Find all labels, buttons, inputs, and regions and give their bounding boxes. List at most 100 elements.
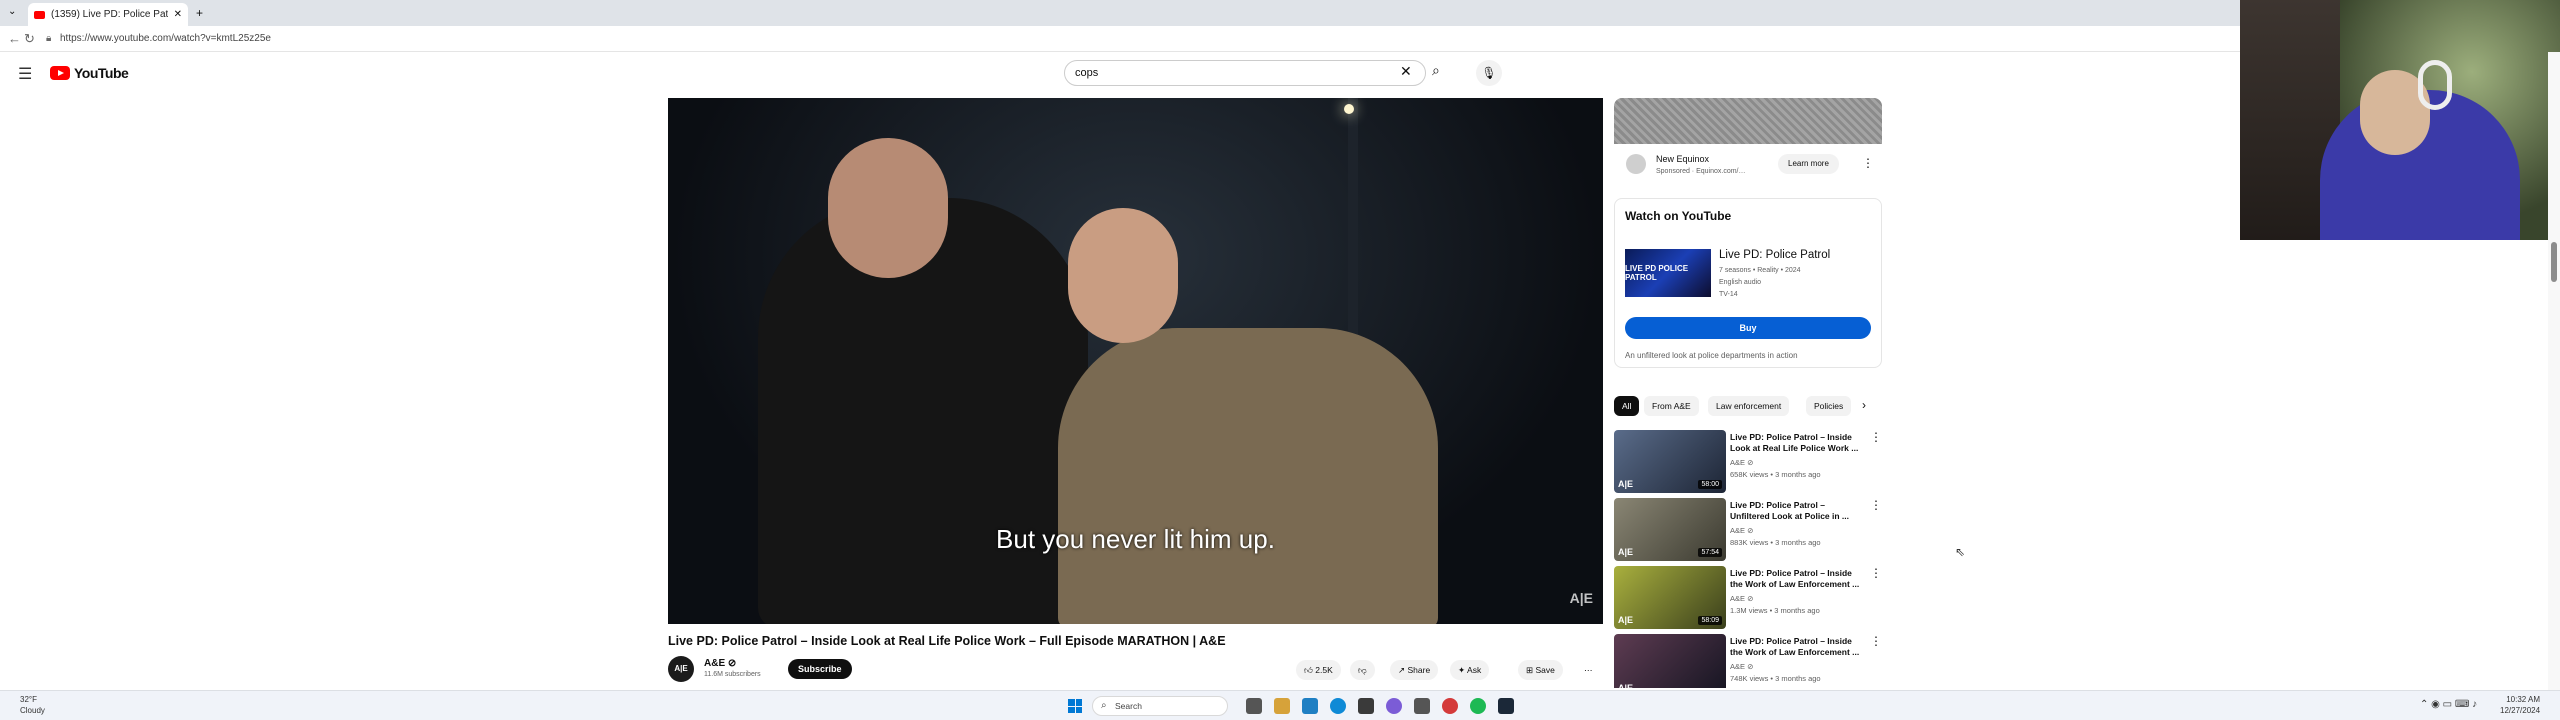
youtube-play-icon xyxy=(50,66,70,80)
ad-sponsored: Sponsored · Equinox.com/… xyxy=(1656,168,1746,175)
rec-channel[interactable]: A&E ⊘ xyxy=(1730,526,1753,535)
watch-card-thumbnail[interactable]: LIVE PD POLICE PATROL xyxy=(1625,249,1711,297)
rec-channel[interactable]: A&E ⊘ xyxy=(1730,662,1753,671)
new-tab-button[interactable]: + xyxy=(196,6,203,20)
video-title: Live PD: Police Patrol – Inside Look at … xyxy=(668,634,1226,648)
duration: 58:09 xyxy=(1698,616,1722,625)
chrome-icon[interactable] xyxy=(1442,698,1458,714)
watch-card-description: An unfiltered look at police departments… xyxy=(1625,351,1798,360)
channel-name[interactable]: A&E ⊘ xyxy=(704,658,736,669)
ask-button[interactable]: ✦ Ask xyxy=(1450,660,1490,680)
spotify-icon[interactable] xyxy=(1470,698,1486,714)
ad-logo[interactable] xyxy=(1626,154,1646,174)
ad-name[interactable]: New Equinox xyxy=(1656,154,1709,164)
app-icon-2[interactable] xyxy=(1414,698,1430,714)
learn-more-button[interactable]: Learn more xyxy=(1778,154,1839,174)
headset-icon xyxy=(2418,60,2452,110)
date: 12/27/2024 xyxy=(2500,706,2541,715)
scroll-thumb[interactable] xyxy=(2551,242,2557,282)
video-thumbnail[interactable]: A|E 58:09 xyxy=(1614,566,1726,629)
chip-from-ae[interactable]: From A&E xyxy=(1644,396,1699,416)
url-field[interactable]: https://www.youtube.com/watch?v=kmtL25z2… xyxy=(60,33,271,44)
thumbs-down-icon: 👎︎ xyxy=(1358,665,1367,675)
watch-card-heading: Watch on YouTube xyxy=(1625,209,1732,223)
youtube-header: ☰ YouTube cops ✕ ⌕ 🎙︎ xyxy=(0,52,2240,94)
more-actions-icon[interactable]: ⋯ xyxy=(1576,660,1601,680)
officer-back-head xyxy=(828,138,948,278)
rec-channel[interactable]: A&E ⊘ xyxy=(1730,594,1753,603)
taskbar-search[interactable]: Search xyxy=(1092,696,1228,716)
browser-tab[interactable]: (1359) Live PD: Police Patrol - ... ✕ xyxy=(28,3,188,26)
more-options-icon[interactable]: ⋮ xyxy=(1870,634,1882,648)
ae-logo: A|E xyxy=(1618,615,1634,625)
webcam-overlay xyxy=(2240,0,2560,240)
more-options-icon[interactable]: ⋮ xyxy=(1870,498,1882,512)
share-button[interactable]: ↗ Share xyxy=(1390,660,1439,680)
rec-views: 658K views • 3 months ago xyxy=(1730,470,1821,479)
watch-card-title[interactable]: Live PD: Police Patrol xyxy=(1719,249,1830,261)
file-explorer-icon[interactable] xyxy=(1274,698,1290,714)
subscriber-count: 11.6M subscribers xyxy=(704,671,761,678)
rec-title[interactable]: Live PD: Police Patrol – Inside the Work… xyxy=(1730,636,1866,658)
video-thumbnail[interactable]: A|E 57:54 xyxy=(1614,498,1726,561)
rec-title[interactable]: Live PD: Police Patrol – Inside Look at … xyxy=(1730,432,1866,454)
list-item[interactable]: A|E 58:00 Live PD: Police Patrol – Inside… xyxy=(1614,430,1882,494)
steam-icon[interactable] xyxy=(1498,698,1514,714)
tab-list-icon[interactable]: ⌄ xyxy=(8,6,16,17)
video-player[interactable]: But you never lit him up. A|E xyxy=(668,98,1603,624)
video-thumbnail[interactable]: A|E 58:00 xyxy=(1614,430,1726,493)
chip-law-enforcement[interactable]: Law enforcement xyxy=(1708,396,1790,416)
menu-icon[interactable]: ☰ xyxy=(18,64,32,84)
app-icon[interactable] xyxy=(1358,698,1374,714)
system-tray[interactable]: ⌃ ◉ ▭ ⌨ ♪ xyxy=(2420,699,2477,710)
edge-icon[interactable] xyxy=(1330,698,1346,714)
ae-logo: A|E xyxy=(1618,547,1634,557)
clock[interactable]: 10:32 AM 12/27/2024 xyxy=(2500,694,2540,716)
close-tab-icon[interactable]: ✕ xyxy=(174,9,182,20)
refresh-icon[interactable]: ↻ xyxy=(24,31,35,47)
video-caption: But you never lit him up. xyxy=(996,524,1275,554)
lock-icon[interactable]: 🔒︎ xyxy=(46,33,51,44)
rec-title[interactable]: Live PD: Police Patrol – Unfiltered Look… xyxy=(1730,500,1866,522)
more-options-icon[interactable]: ⋮ xyxy=(1870,430,1882,444)
discord-icon[interactable] xyxy=(1386,698,1402,714)
watch-card-rating: TV-14 xyxy=(1719,291,1738,298)
time: 10:32 AM xyxy=(2506,695,2541,704)
list-item[interactable]: A|E Live PD: Police Patrol – Inside the … xyxy=(1614,634,1882,688)
chip-all[interactable]: All xyxy=(1614,396,1640,416)
weather-widget[interactable]: 32°F Cloudy xyxy=(20,694,45,716)
like-button[interactable]: 👍︎ 2.5K xyxy=(1296,660,1341,680)
start-button[interactable] xyxy=(1068,699,1082,713)
search-input[interactable]: cops xyxy=(1064,60,1426,86)
rec-channel[interactable]: A&E ⊘ xyxy=(1730,458,1753,467)
chevron-right-icon[interactable]: › xyxy=(1862,398,1866,412)
rec-views: 883K views • 3 months ago xyxy=(1730,538,1821,547)
thumbs-up-icon: 👍︎ xyxy=(1304,665,1313,675)
rec-title[interactable]: Live PD: Police Patrol – Inside the Work… xyxy=(1730,568,1866,590)
clear-search-icon[interactable]: ✕ xyxy=(1400,63,1412,80)
dislike-button[interactable]: 👎︎ xyxy=(1350,660,1375,680)
back-icon[interactable]: ← xyxy=(8,31,21,46)
page-scrollbar[interactable] xyxy=(2548,52,2560,690)
logo-text: YouTube xyxy=(74,65,129,81)
like-count: 2.5K xyxy=(1315,665,1333,675)
taskbar: 32°F Cloudy Search ⌃ ◉ ▭ ⌨ ♪ 10:32 AM 12… xyxy=(0,690,2560,720)
ad-banner[interactable] xyxy=(1614,98,1882,144)
officer-front-figure xyxy=(1058,328,1438,624)
subscribe-button[interactable]: Subscribe xyxy=(788,659,852,679)
share-icon: ↗ xyxy=(1398,665,1406,675)
save-button[interactable]: ⊞ Save xyxy=(1518,660,1563,680)
more-options-icon[interactable]: ⋮ xyxy=(1870,566,1882,580)
channel-avatar[interactable]: A|E xyxy=(668,656,694,682)
youtube-logo[interactable]: YouTube xyxy=(50,65,129,81)
search-icon[interactable]: ⌕ xyxy=(1432,62,1440,79)
microphone-icon[interactable]: 🎙︎ xyxy=(1476,60,1502,86)
task-view-icon[interactable] xyxy=(1246,698,1262,714)
buy-button[interactable]: Buy xyxy=(1625,317,1871,339)
list-item[interactable]: A|E 57:54 Live PD: Police Patrol – Unfilt… xyxy=(1614,498,1882,562)
list-item[interactable]: A|E 58:09 Live PD: Police Patrol – Inside… xyxy=(1614,566,1882,630)
chip-policies[interactable]: Policies xyxy=(1806,396,1852,416)
video-thumbnail[interactable]: A|E xyxy=(1614,634,1726,688)
ad-more-icon[interactable]: ⋮ xyxy=(1862,156,1874,170)
store-icon[interactable] xyxy=(1302,698,1318,714)
